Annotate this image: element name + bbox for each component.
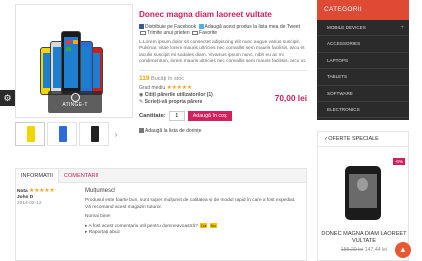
zoom-label: ATINGE-T [62,102,88,108]
offer-old-price: 155,20 lei [340,247,364,253]
product-price: 70,00 lei [274,93,307,104]
category-label: ACCESSORIES [327,41,361,47]
rating-label: Grad mediu [139,85,166,92]
review-text: Produsul este foarte bun, sunt super mul… [85,198,296,210]
thumbnail[interactable] [15,122,45,146]
chevron-right-icon[interactable]: › [111,122,121,146]
stock-quantity: 119 [139,75,150,83]
categories-header: CATEGORII [317,0,409,20]
product-description: L.Lorem ipsum dolor sit consectet adipis… [139,40,307,64]
facebook-icon [139,24,144,29]
helpful-no-button[interactable]: Nu [209,223,217,229]
review-title: Mulțumesc! [85,188,116,194]
product-gallery: ATINGE-T › [15,4,133,146]
category-item-tablets[interactable]: TABLETS [317,69,409,86]
add-to-cart-row: Cantitate: Adaugă în coș [139,111,307,122]
read-reviews-link[interactable]: Citiți părerile utilizatorilor (1) [145,92,213,98]
category-label: MOBILE DEVICES [327,25,366,30]
report-row: ▸ Raportați abuz [85,230,120,236]
gear-icon[interactable]: ⚙ [0,90,15,106]
review-body: Mulțumesc! Produsul este foarte bun, sun… [85,188,300,237]
offer-product-image[interactable] [345,166,381,220]
quantity-label: Cantitate: [139,113,166,120]
pencil-icon: ✎ [139,99,144,106]
review-grade-label: Nota [17,189,28,194]
category-item-mobile-devices[interactable]: MOBILE DEVICES + [317,20,409,37]
thumbnail[interactable] [79,122,109,146]
special-offers-header: ✓OFERTE SPECIALE [318,132,408,147]
share-tweet-link[interactable]: Adaugă acest produs la lista mea de Twee… [205,24,301,30]
magnifier-icon [70,93,80,102]
category-item-laptops[interactable]: LAPTOPS [317,53,409,70]
report-abuse-link[interactable]: Raportați abuz [89,230,120,235]
thumbnail[interactable] [47,122,77,146]
review-greeting: Numai bine! [85,213,111,219]
category-label: LAPTOPS [327,57,349,63]
wishlist-row: Adaugă la lista de dorințe [139,128,307,134]
scroll-to-top-button[interactable]: ▲ [395,242,411,258]
rating-block: Grad mediu ★★★★★ ◉ Citiți părerile utili… [139,85,307,106]
offer-new-price: 147,44 lei [364,247,388,253]
discount-badge: -5% [392,158,405,165]
review-item: Nota ★★★★★ John D 2014-02-12 Mulțumesc! … [16,183,306,237]
thumbnail-strip: › [15,122,133,146]
rating-stars: ★★★★★ [166,85,193,92]
wishlist-icon [139,128,144,134]
tab-info[interactable]: INFORMATII [16,169,59,183]
product-info: Donec magna diam laoreet vultate Distrib… [139,10,307,134]
category-item-software[interactable]: SOFTWARE [317,86,409,102]
category-item-electronics[interactable]: ELECTRONICS [317,102,409,119]
category-label: ELECTRONICS [327,106,360,112]
favorites-link[interactable]: Favorite [199,30,217,36]
category-label: TABLETS [327,74,348,80]
review-stars: ★★★★★ [29,188,55,194]
zoom-overlay[interactable]: ATINGE-T [48,91,102,113]
tab-comments[interactable]: COMENTARII [59,169,104,182]
special-offers-block: ✓OFERTE SPECIALE -5% DONEC MAGNA DIAM LA… [317,131,409,261]
special-offers-title: OFERTE SPECIALE [328,136,379,142]
share-links: Distribuie pe Facebook Adaugă acest prod… [139,24,307,36]
eye-icon: ◉ [139,92,144,99]
write-review-link[interactable]: Scrieți-vă propria părere [145,99,203,105]
product-tabs: INFORMATII COMENTARII Nota ★★★★★ John D … [15,168,307,261]
quantity-input[interactable] [168,111,185,122]
twitter-icon [198,24,204,29]
offer-product-name[interactable]: DONEC MAGNA DIAM LAOREET VULTATE [318,231,410,245]
divider [139,70,307,72]
tabs-header: INFORMATII COMENTARII [16,169,306,183]
send-to-friend-link[interactable]: Trimite unui prieten [147,30,190,36]
main-product-image[interactable]: ATINGE-T [15,4,133,118]
favorites-icon [192,31,199,35]
helpful-yes-button[interactable]: Da [200,223,208,229]
arrow-up-icon: ▲ [399,245,407,254]
helpful-question: A fost acest comentariu util pentru dumn… [88,224,198,230]
plus-icon[interactable]: + [400,20,404,36]
product-title: Donec magna diam laoreet vultate [139,10,272,19]
review-meta: Nota ★★★★★ John D 2014-02-12 [16,188,85,237]
stock-info: 119 Bucăți în stoc [139,75,307,82]
add-to-wishlist-link[interactable]: Adaugă la lista de dorințe [145,128,201,134]
review-date: 2014-02-12 [17,201,42,206]
product-page: ⚙ ATINGE-T › Donec magna diam laoreet vu… [0,0,422,261]
stock-label: Bucăți în stoc [151,76,185,83]
phones-image [40,25,110,95]
mail-icon [140,31,146,35]
categories-block: CATEGORII MOBILE DEVICES + ACCESSORIES L… [317,0,409,120]
category-label: SOFTWARE [327,90,353,96]
category-item-accessories[interactable]: ACCESSORIES [317,36,409,53]
add-to-cart-button[interactable]: Adaugă în coș [187,111,232,122]
